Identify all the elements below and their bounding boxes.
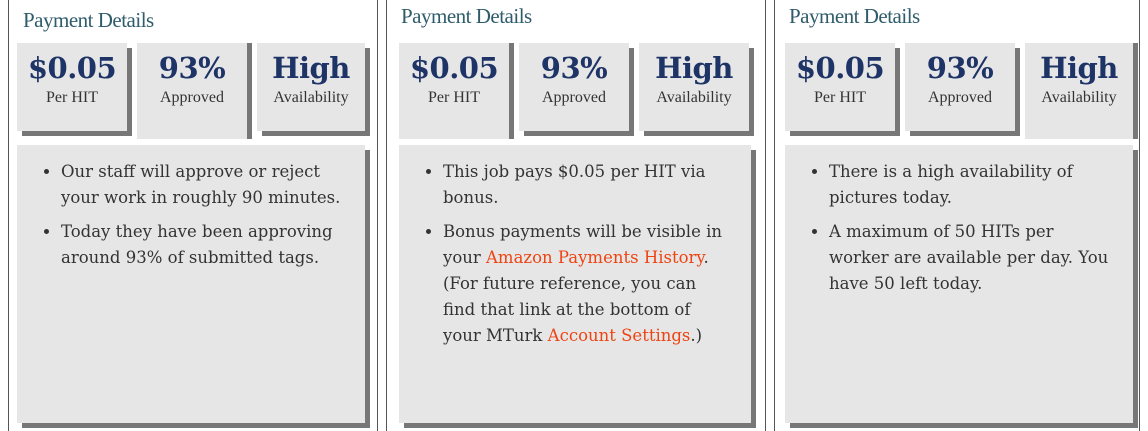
tab-value: High xyxy=(272,51,350,85)
list-item: Today they have been approving around 93… xyxy=(61,219,347,271)
panel-title: Payment Details xyxy=(789,4,920,28)
tab-per-hit[interactable]: $0.05 Per HIT xyxy=(399,43,509,139)
tab-availability[interactable]: High Availability xyxy=(1025,43,1133,139)
tab-approved[interactable]: 93% Approved xyxy=(519,43,629,131)
tab-value: 93% xyxy=(158,51,226,85)
tab-label: Approved xyxy=(928,89,992,106)
payment-panel-approval: Payment Details $0.05 Per HIT 93% Approv… xyxy=(8,0,378,431)
tab-label: Availability xyxy=(1041,89,1117,106)
tab-label: Per HIT xyxy=(814,89,866,106)
tab-value: 93% xyxy=(926,51,994,85)
tab-approved[interactable]: 93% Approved xyxy=(905,43,1015,131)
tab-approved[interactable]: 93% Approved xyxy=(137,43,247,139)
payment-panel-availability: Payment Details $0.05 Per HIT 93% Approv… xyxy=(774,0,1140,431)
tab-label: Per HIT xyxy=(428,89,480,106)
tab-value: $0.05 xyxy=(409,51,499,85)
list-item: There is a high availability of pictures… xyxy=(829,159,1115,211)
tab-value: High xyxy=(655,51,733,85)
tab-per-hit[interactable]: $0.05 Per HIT xyxy=(17,43,127,131)
tab-label: Approved xyxy=(160,89,224,106)
tab-per-hit[interactable]: $0.05 Per HIT xyxy=(785,43,895,131)
panel-content: Our staff will approve or reject your wo… xyxy=(17,145,365,423)
tab-label: Approved xyxy=(542,89,606,106)
payment-panel-bonus: Payment Details $0.05 Per HIT 93% Approv… xyxy=(386,0,766,431)
tab-value: High xyxy=(1040,51,1118,85)
tab-label: Availability xyxy=(273,89,349,106)
bullet-list: This job pays $0.05 per HIT via bonus. B… xyxy=(421,159,733,349)
bullet-text: .) xyxy=(690,326,703,345)
list-item: This job pays $0.05 per HIT via bonus. xyxy=(443,159,733,211)
tab-label: Availability xyxy=(656,89,732,106)
panel-content: There is a high availability of pictures… xyxy=(785,145,1133,423)
tab-value: $0.05 xyxy=(27,51,117,85)
amazon-payments-history-link[interactable]: Amazon Payments History xyxy=(486,248,704,267)
tab-value: 93% xyxy=(540,51,608,85)
tab-availability[interactable]: High Availability xyxy=(639,43,749,131)
list-item: Bonus payments will be visible in your A… xyxy=(443,219,733,349)
panel-title: Payment Details xyxy=(23,8,154,32)
bullet-list: Our staff will approve or reject your wo… xyxy=(39,159,347,271)
account-settings-link[interactable]: Account Settings xyxy=(548,326,691,345)
panel-title: Payment Details xyxy=(401,4,532,28)
list-item: Our staff will approve or reject your wo… xyxy=(61,159,347,211)
bullet-list: There is a high availability of pictures… xyxy=(807,159,1115,297)
panel-content: This job pays $0.05 per HIT via bonus. B… xyxy=(399,145,751,423)
tab-value: $0.05 xyxy=(795,51,885,85)
tab-availability[interactable]: High Availability xyxy=(257,43,365,131)
tab-label: Per HIT xyxy=(46,89,98,106)
list-item: A maximum of 50 HITs per worker are avai… xyxy=(829,219,1115,297)
